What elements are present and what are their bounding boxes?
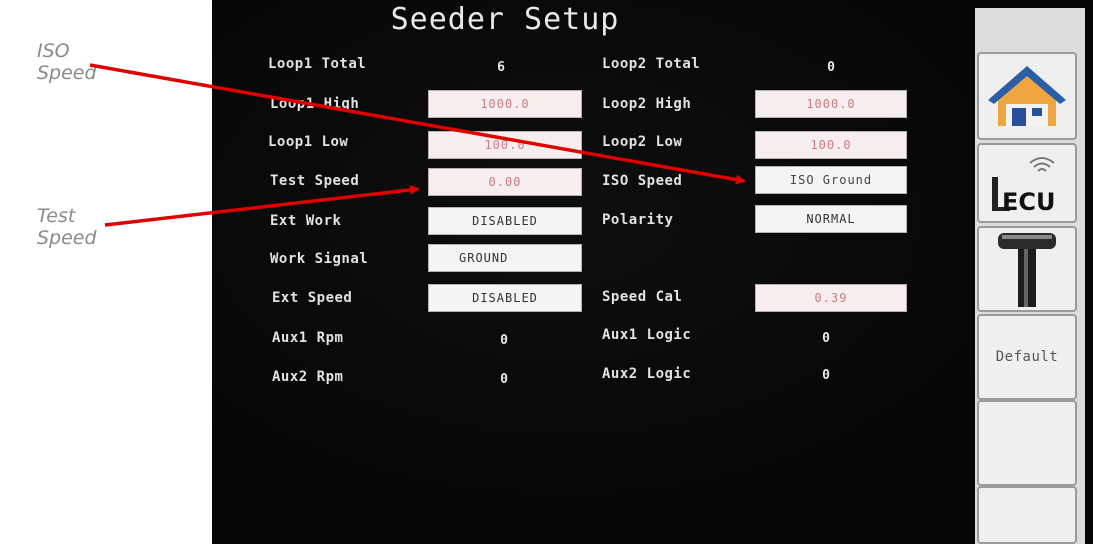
test-speed-callout: Test Speed — [37, 205, 97, 249]
loop2-high-label: Loop2 High — [602, 96, 692, 112]
loop1-total-label: Loop1 Total — [268, 56, 367, 72]
loop2-low-field[interactable]: 100.0 — [755, 131, 907, 159]
ext-speed-field[interactable]: DISABLED — [428, 284, 582, 312]
test-speed-callout-line2: Speed — [37, 227, 97, 249]
work-signal-label: Work Signal — [270, 251, 369, 267]
loop2-high-field[interactable]: 1000.0 — [755, 90, 907, 118]
default-softkey[interactable]: Default — [977, 314, 1077, 400]
aux2-rpm-value: 0 — [500, 372, 508, 387]
speed-cal-label: Speed Cal — [602, 289, 683, 305]
loop1-low-label: Loop1 Low — [268, 134, 349, 150]
ext-speed-label: Ext Speed — [272, 290, 353, 306]
ecu-softkey[interactable]: ECU — [977, 143, 1077, 223]
loop1-high-label: Loop1 High — [270, 96, 360, 112]
loop1-low-field[interactable]: 100.0 — [428, 131, 582, 159]
home-icon — [988, 66, 1066, 126]
loop2-total-value: 0 — [827, 60, 835, 75]
mast-icon — [998, 233, 1056, 307]
aux2-logic-label: Aux2 Logic — [602, 366, 692, 382]
iso-speed-label: ISO Speed — [602, 173, 683, 189]
aux1-rpm-label: Aux1 Rpm — [272, 330, 344, 346]
ecu-icon: ECU — [992, 157, 1056, 216]
test-speed-label: Test Speed — [270, 173, 360, 189]
iso-speed-callout-line1: ISO — [37, 40, 70, 62]
aux1-rpm-value: 0 — [500, 333, 508, 348]
iso-speed-callout: ISO Speed — [37, 40, 97, 84]
blank-softkey-1[interactable] — [977, 400, 1077, 486]
home-softkey[interactable] — [977, 52, 1077, 140]
polarity-label: Polarity — [602, 212, 674, 228]
blank-softkey-2[interactable] — [977, 486, 1077, 544]
iso-speed-callout-line2: Speed — [37, 62, 97, 84]
seeder-setup-screen — [212, 0, 1093, 544]
aux1-logic-value: 0 — [822, 331, 830, 346]
work-signal-field[interactable]: GROUND — [428, 244, 582, 272]
mast-softkey[interactable] — [977, 226, 1077, 312]
loop1-high-field[interactable]: 1000.0 — [428, 90, 582, 118]
ecu-icon-text: ECU — [1002, 188, 1056, 216]
loop2-low-label: Loop2 Low — [602, 134, 683, 150]
aux2-rpm-label: Aux2 Rpm — [272, 369, 344, 385]
speed-cal-field[interactable]: 0.39 — [755, 284, 907, 312]
test-speed-field[interactable]: 0.00 — [428, 168, 582, 196]
polarity-field[interactable]: NORMAL — [755, 205, 907, 233]
ext-work-label: Ext Work — [270, 213, 342, 229]
loop1-total-value: 6 — [497, 60, 505, 75]
ext-work-field[interactable]: DISABLED — [428, 207, 582, 235]
iso-speed-field[interactable]: ISO Ground — [755, 166, 907, 194]
test-speed-callout-line1: Test — [37, 205, 76, 227]
aux2-logic-value: 0 — [822, 368, 830, 383]
softkey-column: ECU Default — [975, 8, 1085, 544]
aux1-logic-label: Aux1 Logic — [602, 327, 692, 343]
page-title: Seeder Setup — [390, 2, 620, 37]
loop2-total-label: Loop2 Total — [602, 56, 701, 72]
